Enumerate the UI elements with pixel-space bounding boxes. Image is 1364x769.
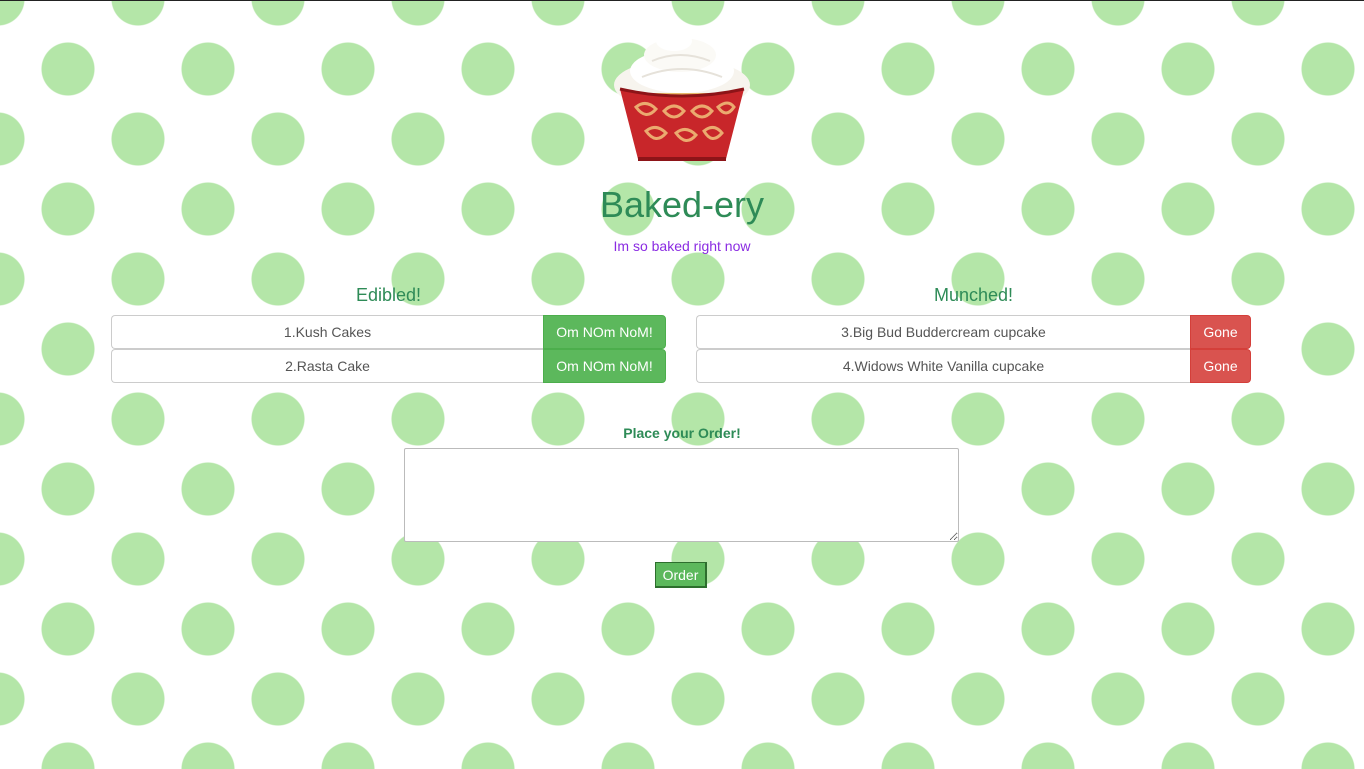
edible-item-label: 2.Rasta Cake — [111, 349, 543, 383]
munched-item: 3.Big Bud Buddercream cupcake Gone — [696, 315, 1251, 349]
edible-item: 1.Kush Cakes Om NOm NoM! — [111, 315, 666, 349]
page: Baked-ery Im so baked right now Edibled!… — [0, 1, 1364, 769]
munched-item: 4.Widows White Vanilla cupcake Gone — [696, 349, 1251, 383]
page-subtitle: Im so baked right now — [613, 238, 751, 254]
eat-button[interactable]: Om NOm NoM! — [543, 349, 666, 383]
gone-button[interactable]: Gone — [1190, 315, 1251, 349]
page-title: Baked-ery — [599, 184, 765, 225]
order-textarea[interactable] — [404, 448, 959, 542]
gone-button[interactable]: Gone — [1190, 349, 1251, 383]
order-button[interactable]: Order — [655, 562, 707, 588]
munched-item-label: 3.Big Bud Buddercream cupcake — [696, 315, 1190, 349]
munched-heading: Munched! — [933, 285, 1014, 305]
order-label: Place your Order! — [623, 425, 741, 441]
edible-item: 2.Rasta Cake Om NOm NoM! — [111, 349, 666, 383]
eat-button[interactable]: Om NOm NoM! — [543, 315, 666, 349]
munched-item-label: 4.Widows White Vanilla cupcake — [696, 349, 1190, 383]
edible-heading: Edibled! — [355, 285, 422, 305]
edible-item-label: 1.Kush Cakes — [111, 315, 543, 349]
cupcake-icon — [614, 31, 750, 161]
